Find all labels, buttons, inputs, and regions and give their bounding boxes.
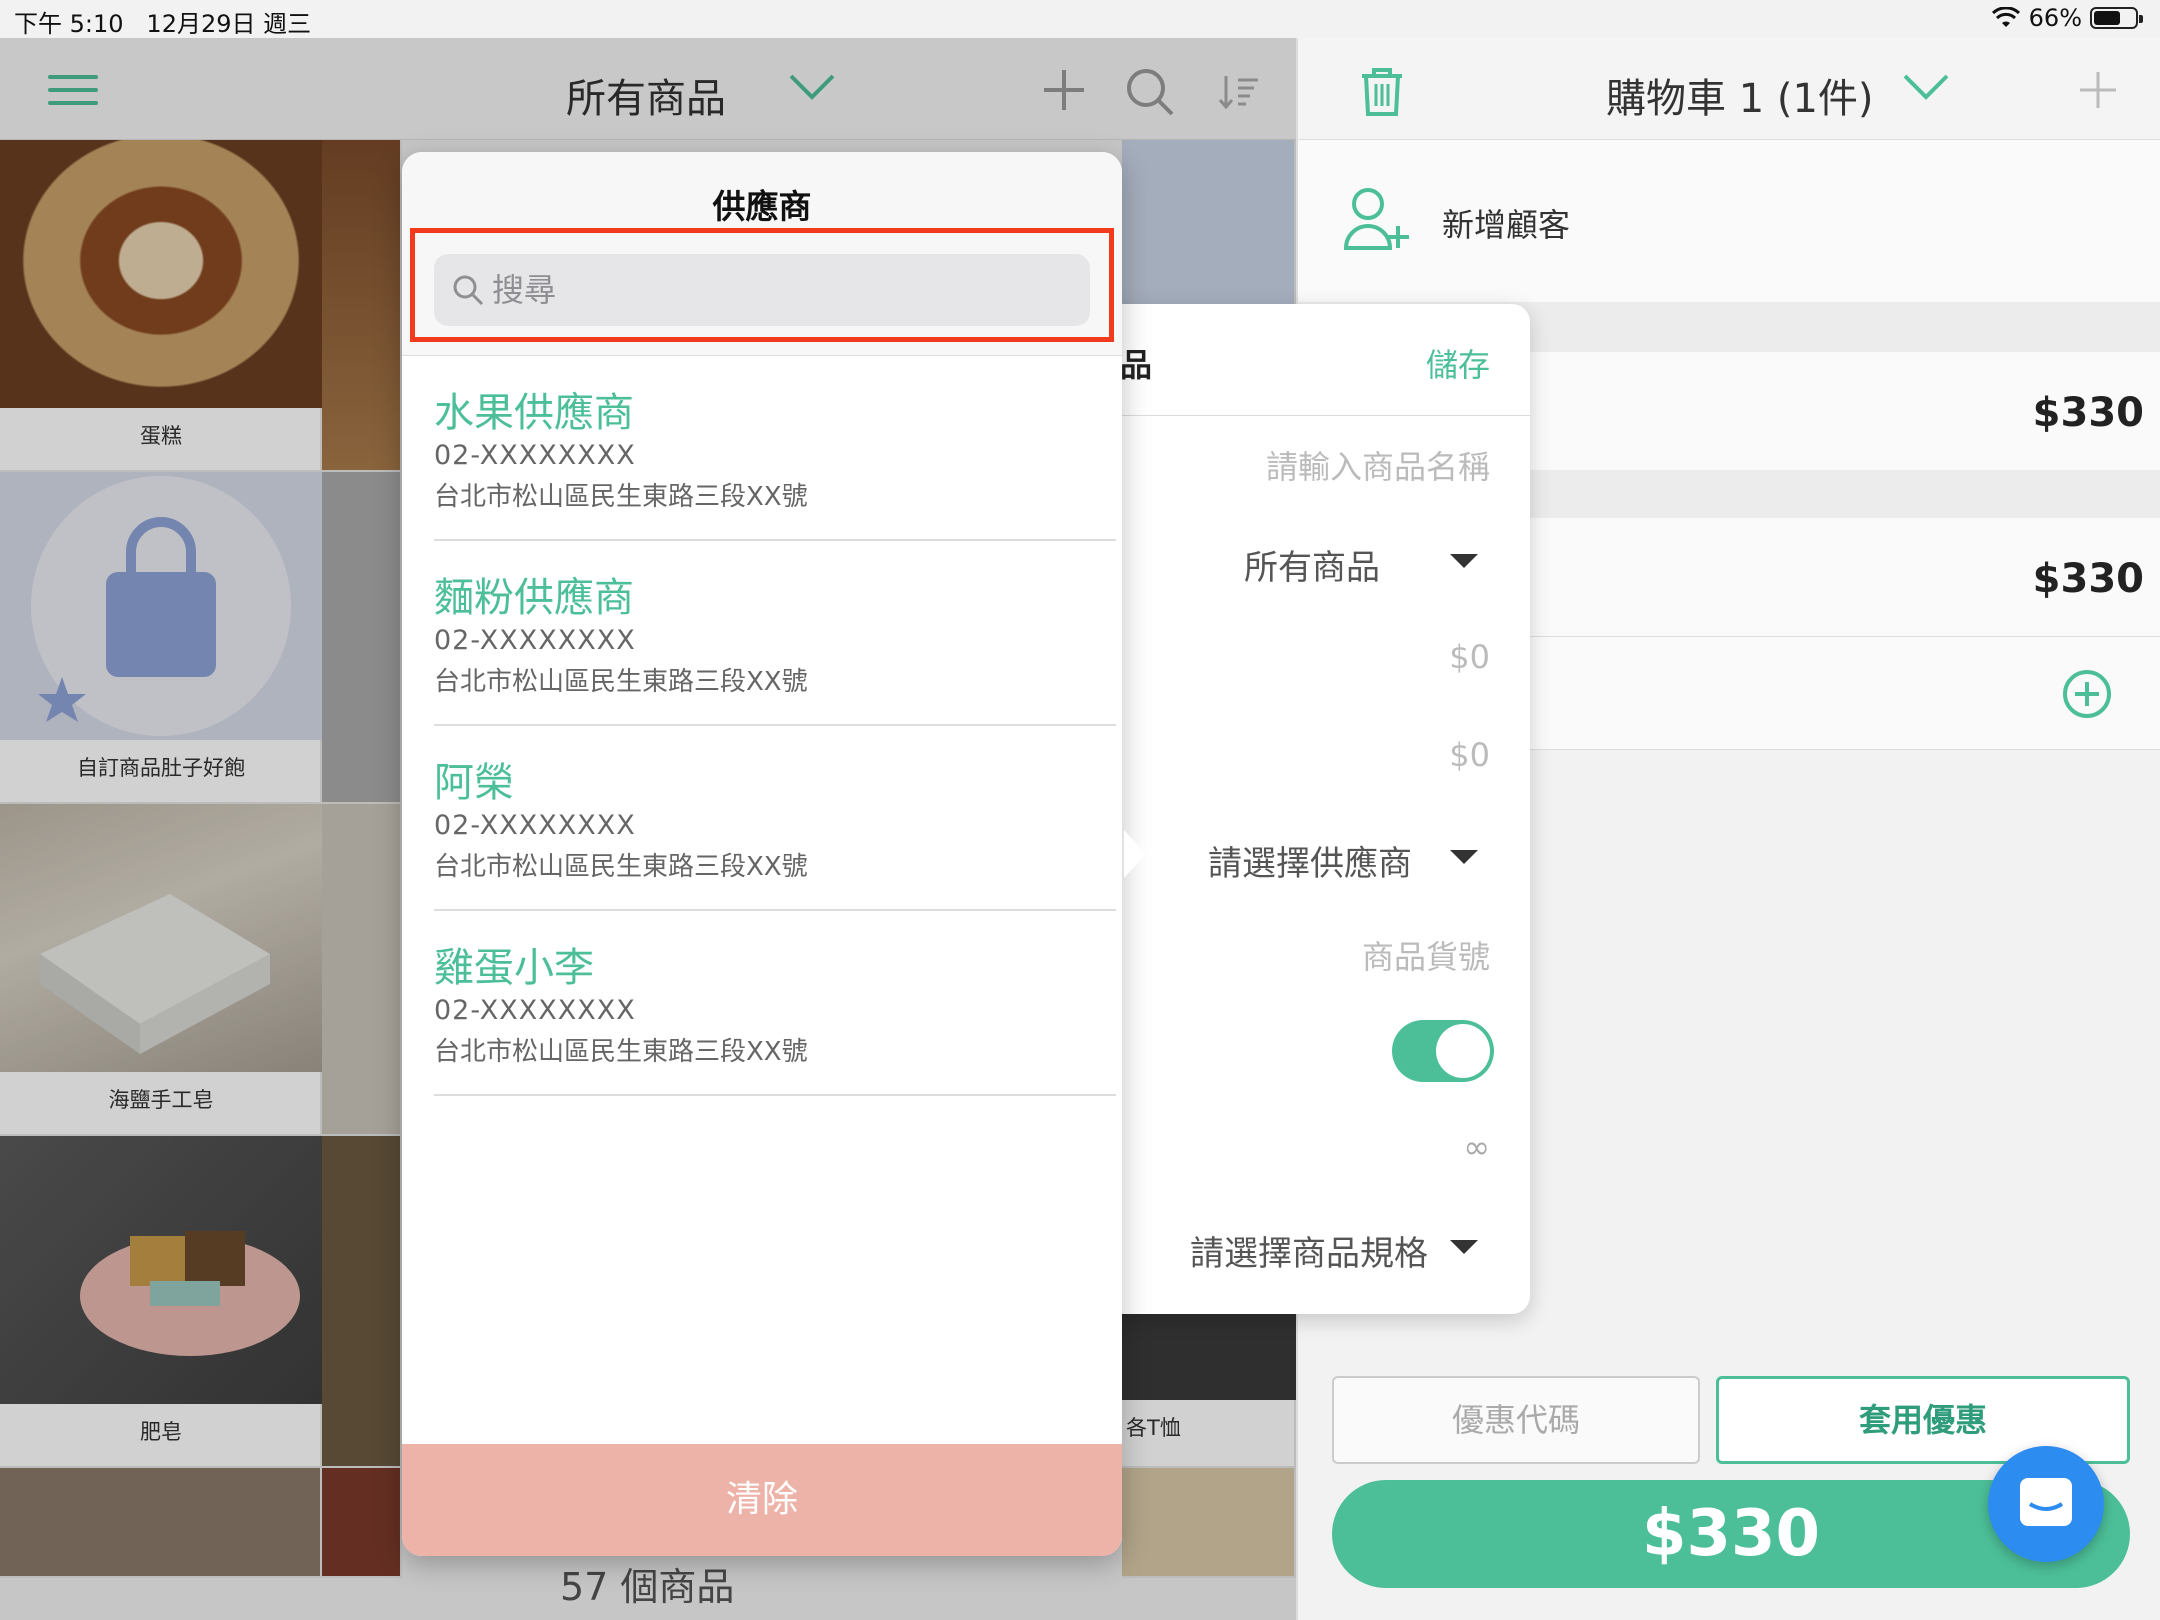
line-price: $330 [2032, 390, 2144, 436]
popover-header: 供應商 [402, 152, 1122, 356]
supplier-phone: 02-XXXXXXXX [434, 440, 636, 471]
line-price: $330 [2032, 556, 2144, 602]
caret-down-icon [1450, 1240, 1478, 1254]
supplier-address: 台北市松山區民生東路三段XX號 [434, 852, 808, 882]
product-toggle[interactable] [1392, 1020, 1494, 1082]
highlight-box [410, 228, 1114, 342]
add-customer-label: 新增顧客 [1442, 206, 1571, 244]
caret-down-icon [1450, 554, 1478, 568]
coupon-code-input[interactable]: 優惠代碼 [1332, 1376, 1700, 1464]
supplier-address: 台北市松山區民生東路三段XX號 [434, 1037, 808, 1067]
chat-support-button[interactable] [1988, 1446, 2104, 1562]
category-select[interactable]: 所有商品 [1244, 540, 1380, 589]
wifi-icon [1991, 7, 2020, 27]
popover-title: 供應商 [712, 187, 812, 226]
chat-icon [2020, 1478, 2072, 1526]
plus-circle-icon[interactable] [2062, 669, 2112, 719]
supplier-address: 台北市松山區民生東路三段XX號 [434, 667, 808, 697]
trash-icon[interactable] [1358, 66, 1406, 118]
status-date: 12月29日 週三 [146, 10, 312, 38]
sku-field[interactable]: 商品貨號 [1362, 932, 1490, 978]
clear-button[interactable]: 清除 [402, 1444, 1122, 1556]
status-time: 下午 5:10 [14, 10, 124, 38]
supplier-phone: 02-XXXXXXXX [434, 625, 636, 656]
save-button[interactable]: 儲存 [1426, 340, 1490, 386]
battery-percent: 66% [2028, 4, 2082, 32]
product-name-field[interactable]: 請輸入商品名稱 [1266, 442, 1490, 488]
chevron-down-icon[interactable] [1902, 72, 1950, 102]
supplier-name: 水果供應商 [434, 390, 634, 436]
add-customer-icon [1343, 188, 1409, 250]
variant-select[interactable]: 請選擇商品規格 [1190, 1226, 1428, 1275]
popover-arrow [1124, 830, 1146, 878]
supplier-popover: 供應商 水果供應商 02-XXXXXXXX 台北市松山區民生東路三段XX號 麵粉… [402, 152, 1122, 1556]
editor-header: 品 儲存 [1090, 304, 1530, 416]
supplier-item[interactable]: 雞蛋小李 02-XXXXXXXX 台北市松山區民生東路三段XX號 [434, 911, 1116, 1096]
supplier-phone: 02-XXXXXXXX [434, 810, 636, 841]
caret-down-icon [1450, 850, 1478, 864]
status-time-date: 下午 5:10 12月29日 週三 [14, 4, 311, 39]
supplier-name: 麵粉供應商 [434, 575, 634, 621]
price-field[interactable]: $0 [1449, 638, 1490, 676]
editor-title: 品 [1120, 346, 1153, 384]
cart-toolbar: 購物車 1 (1件) [1298, 38, 2160, 140]
add-customer-row[interactable]: 新增顧客 [1298, 140, 2160, 302]
supplier-item[interactable]: 水果供應商 02-XXXXXXXX 台北市松山區民生東路三段XX號 [434, 356, 1116, 541]
cart-title[interactable]: 購物車 1 (1件) [1606, 66, 1874, 124]
status-right: 66% [1991, 4, 2143, 32]
supplier-item[interactable]: 阿榮 02-XXXXXXXX 台北市松山區民生東路三段XX號 [434, 726, 1116, 911]
stock-field[interactable]: ∞ [1463, 1128, 1490, 1166]
supplier-select[interactable]: 請選擇供應商 [1208, 836, 1412, 885]
supplier-name: 雞蛋小李 [434, 945, 594, 991]
cost-field[interactable]: $0 [1449, 736, 1490, 774]
supplier-address: 台北市松山區民生東路三段XX號 [434, 482, 808, 512]
product-editor-panel: 品 儲存 請輸入商品名稱 所有商品 $0 $0 請選擇供應商 商品貨號 ∞ 請選… [1090, 304, 1530, 1314]
battery-icon [2090, 7, 2143, 29]
supplier-item[interactable]: 麵粉供應商 02-XXXXXXXX 台北市松山區民生東路三段XX號 [434, 541, 1116, 726]
add-cart-icon[interactable] [2078, 70, 2118, 110]
supplier-phone: 02-XXXXXXXX [434, 995, 636, 1026]
supplier-name: 阿榮 [434, 760, 514, 806]
status-bar: 下午 5:10 12月29日 週三 66% [0, 0, 2160, 38]
